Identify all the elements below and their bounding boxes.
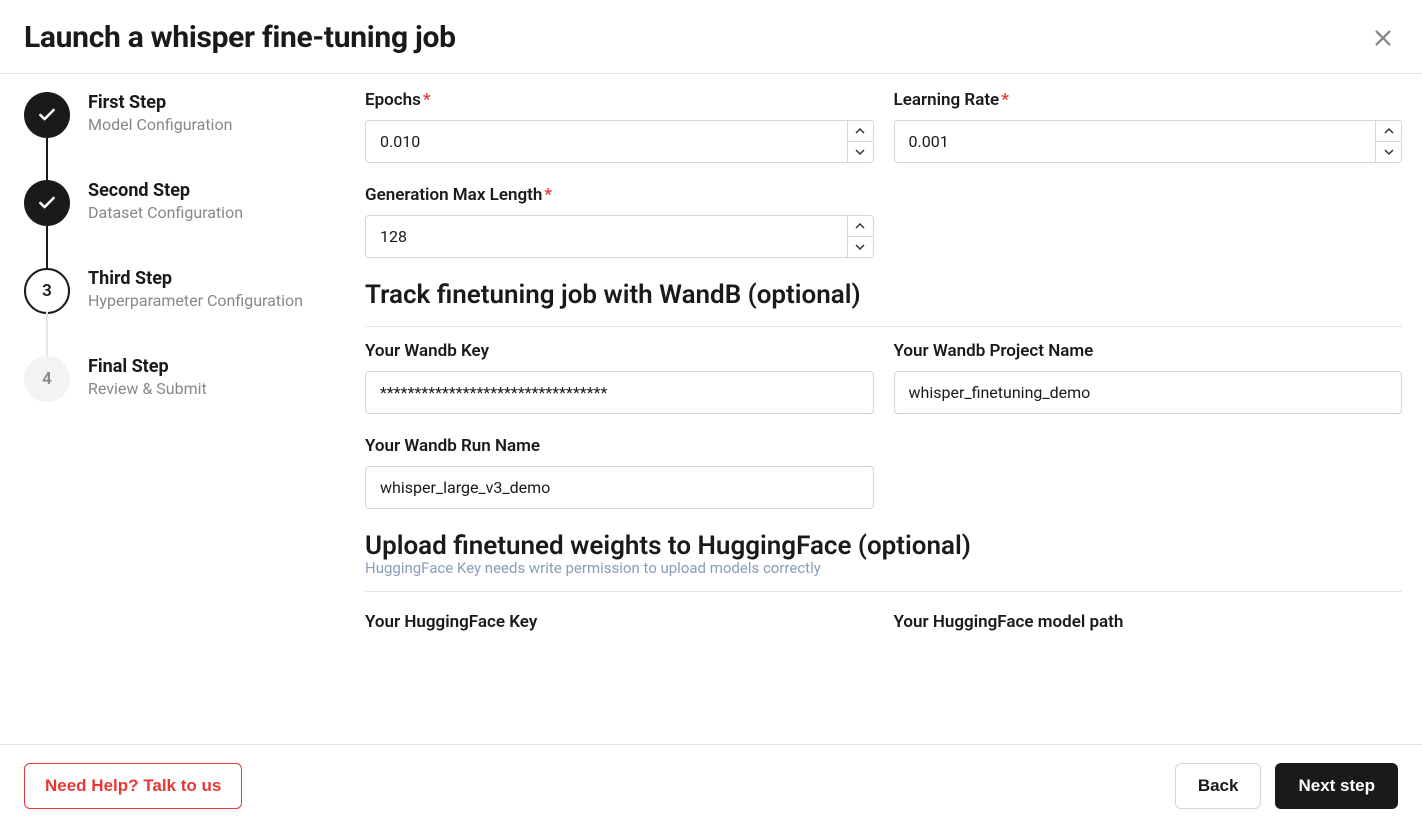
step-4-sub: Review & Submit <box>88 379 207 398</box>
step-3[interactable]: 3 Third Step Hyperparameter Configuratio… <box>24 268 321 356</box>
chevron-down-icon <box>855 242 865 252</box>
hf-section-note: HuggingFace Key needs write permission t… <box>365 559 1402 577</box>
step-1-title: First Step <box>88 92 232 113</box>
modal-footer: Need Help? Talk to us Back Next step <box>0 744 1422 827</box>
step-4-title: Final Step <box>88 356 207 377</box>
step-3-title: Third Step <box>88 268 303 289</box>
gen-max-len-label: Generation Max Length* <box>365 185 874 205</box>
lr-input[interactable] <box>894 120 1376 163</box>
epochs-stepper <box>847 120 874 163</box>
step-1-sub: Model Configuration <box>88 115 232 134</box>
wandb-run-input[interactable] <box>365 466 874 509</box>
close-button[interactable] <box>1368 23 1398 53</box>
step-3-sub: Hyperparameter Configuration <box>88 291 303 310</box>
step-2-indicator <box>24 180 70 226</box>
chevron-down-icon <box>1384 147 1394 157</box>
step-2-sub: Dataset Configuration <box>88 203 243 222</box>
wandb-project-input[interactable] <box>894 371 1403 414</box>
chevron-down-icon <box>855 147 865 157</box>
wandb-section-title: Track finetuning job with WandB (optiona… <box>365 280 1402 327</box>
stepper-sidebar: First Step Model Configuration Second St… <box>0 74 345 744</box>
epochs-label: Epochs* <box>365 90 874 110</box>
help-button[interactable]: Need Help? Talk to us <box>24 763 242 809</box>
step-4-indicator: 4 <box>24 356 70 402</box>
step-2[interactable]: Second Step Dataset Configuration <box>24 180 321 268</box>
check-icon <box>37 193 57 213</box>
lr-label: Learning Rate* <box>894 90 1403 110</box>
epochs-input[interactable] <box>365 120 847 163</box>
lr-step-down[interactable] <box>1376 142 1401 162</box>
chevron-up-icon <box>855 126 865 136</box>
gen-max-len-stepper <box>847 215 874 258</box>
step-2-title: Second Step <box>88 180 243 201</box>
close-icon <box>1372 27 1394 49</box>
step-1-indicator <box>24 92 70 138</box>
wandb-run-label: Your Wandb Run Name <box>365 436 874 456</box>
gen-max-len-step-up[interactable] <box>848 216 873 237</box>
step-3-indicator: 3 <box>24 268 70 314</box>
lr-step-up[interactable] <box>1376 121 1401 142</box>
epochs-step-down[interactable] <box>848 142 873 162</box>
back-button[interactable]: Back <box>1175 763 1262 809</box>
gen-max-len-input[interactable] <box>365 215 847 258</box>
hf-key-label: Your HuggingFace Key <box>365 612 874 632</box>
modal-header: Launch a whisper fine-tuning job <box>0 0 1422 74</box>
lr-stepper <box>1375 120 1402 163</box>
hf-path-label: Your HuggingFace model path <box>894 612 1403 632</box>
hf-section-title: Upload finetuned weights to HuggingFace … <box>365 531 1402 561</box>
step-4[interactable]: 4 Final Step Review & Submit <box>24 356 321 402</box>
wandb-key-input[interactable] <box>365 371 874 414</box>
form-content[interactable]: Epochs* Learning Rate* <box>345 74 1422 744</box>
step-1[interactable]: First Step Model Configuration <box>24 92 321 180</box>
check-icon <box>37 105 57 125</box>
wandb-key-label: Your Wandb Key <box>365 341 874 361</box>
wandb-project-label: Your Wandb Project Name <box>894 341 1403 361</box>
modal: Launch a whisper fine-tuning job First S… <box>0 0 1422 827</box>
next-button[interactable]: Next step <box>1275 763 1398 809</box>
chevron-up-icon <box>855 221 865 231</box>
epochs-step-up[interactable] <box>848 121 873 142</box>
chevron-up-icon <box>1384 126 1394 136</box>
modal-title: Launch a whisper fine-tuning job <box>24 20 456 55</box>
gen-max-len-step-down[interactable] <box>848 237 873 257</box>
